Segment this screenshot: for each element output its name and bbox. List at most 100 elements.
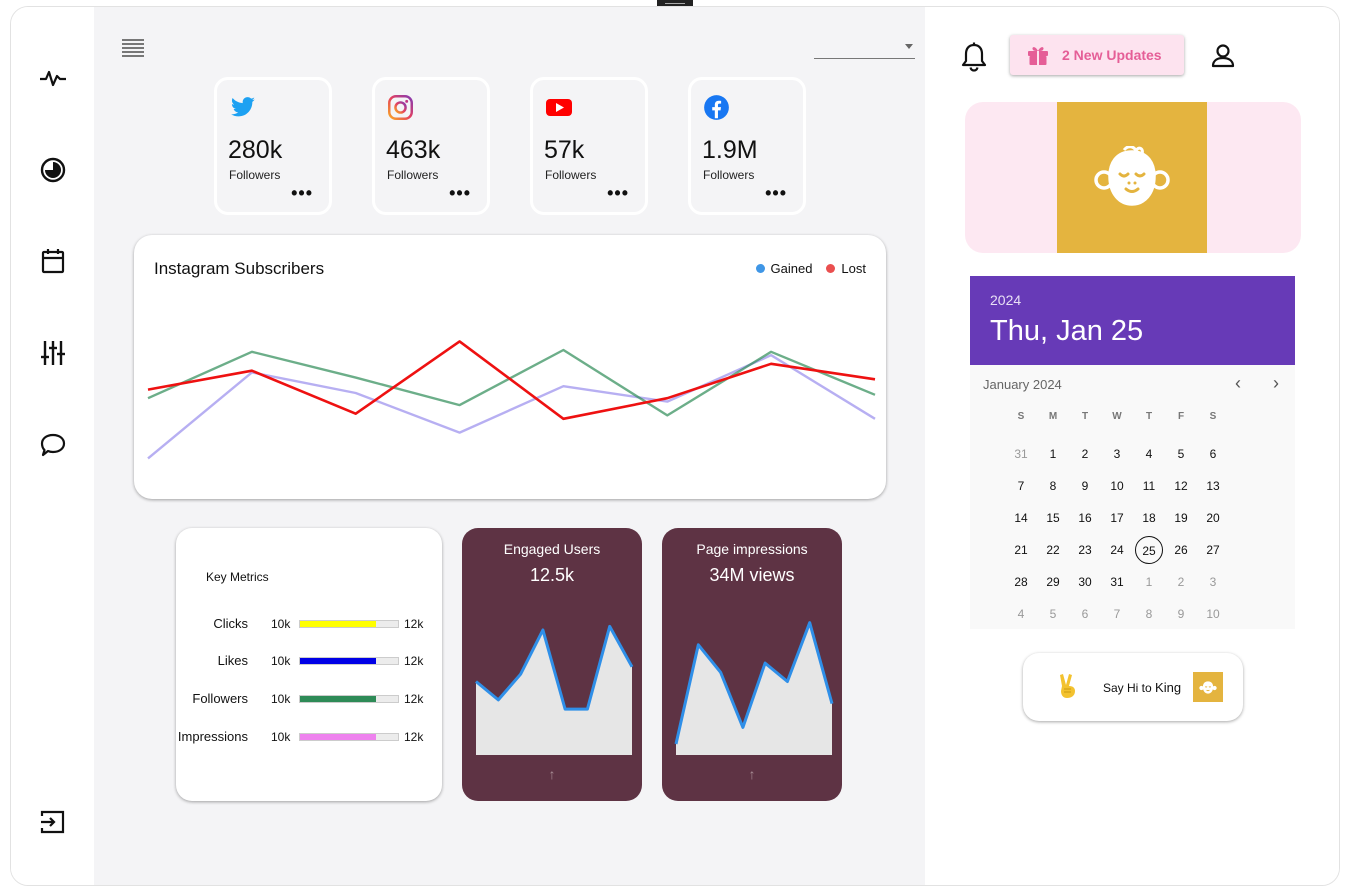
calendar-day[interactable]: 10: [1103, 472, 1131, 500]
metric-name: Clicks: [213, 616, 248, 631]
user-icon[interactable]: [1210, 43, 1236, 69]
calendar-icon[interactable]: [39, 247, 67, 275]
metric-row: Followers 10k 12k: [176, 691, 442, 707]
chevron-left-icon[interactable]: ‹: [1228, 373, 1248, 394]
sliders-icon[interactable]: [39, 339, 67, 367]
calendar-day[interactable]: 27: [1199, 536, 1227, 564]
calendar-day[interactable]: 6: [1071, 600, 1099, 628]
calendar-day[interactable]: 6: [1199, 440, 1227, 468]
say-hi-card[interactable]: Say Hi to King: [1023, 653, 1243, 721]
page-impressions-card: Page impressions 34M views ↑: [662, 528, 842, 801]
pie-chart-icon[interactable]: [39, 156, 67, 184]
calendar-day[interactable]: 23: [1071, 536, 1099, 564]
calendar-day[interactable]: 1: [1135, 568, 1163, 596]
follower-label: Followers: [387, 168, 439, 182]
facebook-icon: [703, 94, 731, 122]
calendar-day[interactable]: 20: [1199, 504, 1227, 532]
calendar-day[interactable]: 19: [1167, 504, 1195, 532]
weekday-label: W: [1112, 411, 1122, 422]
calendar-day[interactable]: 3: [1103, 440, 1131, 468]
calendar-day[interactable]: 25: [1135, 536, 1163, 564]
metric-bar: [299, 620, 399, 628]
more-icon[interactable]: •••: [449, 184, 471, 202]
metric-bar-fill: [300, 696, 377, 702]
subscribers-chart-card: Instagram Subscribers Gained Lost: [134, 235, 886, 499]
calendar-day[interactable]: 14: [1007, 504, 1035, 532]
calendar-day[interactable]: 5: [1167, 440, 1195, 468]
calendar-day[interactable]: 8: [1135, 600, 1163, 628]
logout-icon[interactable]: [39, 808, 67, 836]
calendar-day[interactable]: 18: [1135, 504, 1163, 532]
monkey-avatar[interactable]: [1193, 672, 1223, 702]
chat-icon[interactable]: [39, 431, 67, 459]
main-content: 280k Followers ••• 463k Followers ••• 57…: [94, 7, 925, 885]
arrow-up-icon[interactable]: ↑: [662, 766, 842, 782]
calendar-day[interactable]: 16: [1071, 504, 1099, 532]
calendar-day[interactable]: 1: [1039, 440, 1067, 468]
calendar-day[interactable]: 4: [1007, 600, 1035, 628]
menu-icon[interactable]: [122, 39, 144, 57]
calendar-day[interactable]: 15: [1039, 504, 1067, 532]
say-hi-name: King: [1155, 680, 1182, 695]
calendar-day[interactable]: 7: [1103, 600, 1131, 628]
mascot-banner: [965, 102, 1301, 253]
calendar-year[interactable]: 2024: [990, 292, 1021, 308]
updates-label: 2 New Updates: [1062, 47, 1162, 63]
calendar-day[interactable]: 9: [1167, 600, 1195, 628]
weekday-label: T: [1081, 411, 1089, 422]
series-line-0: [147, 353, 876, 460]
metric-min: 10k: [271, 617, 291, 631]
app-frame: 280k Followers ••• 463k Followers ••• 57…: [10, 6, 1340, 886]
metric-min: 10k: [271, 692, 291, 706]
sidebar: [11, 7, 94, 885]
calendar-day[interactable]: 8: [1039, 472, 1067, 500]
calendar-month-label[interactable]: January 2024: [983, 377, 1062, 392]
calendar-day[interactable]: 28: [1007, 568, 1035, 596]
calendar-day[interactable]: 13: [1199, 472, 1227, 500]
updates-button[interactable]: 2 New Updates: [1010, 35, 1184, 75]
calendar-day[interactable]: 12: [1167, 472, 1195, 500]
metric-bar-fill: [300, 621, 377, 627]
metric-min: 10k: [271, 654, 291, 668]
youtube-icon: [545, 94, 573, 122]
chevron-right-icon[interactable]: ›: [1266, 373, 1286, 394]
metric-bar-fill: [300, 658, 377, 664]
calendar-day[interactable]: 31: [1007, 440, 1035, 468]
period-select[interactable]: [814, 37, 915, 59]
calendar-day[interactable]: 7: [1007, 472, 1035, 500]
metric-max: 12k: [404, 617, 424, 631]
more-icon[interactable]: •••: [765, 184, 787, 202]
calendar-day[interactable]: 31: [1103, 568, 1131, 596]
calendar-day[interactable]: 17: [1103, 504, 1131, 532]
calendar-day[interactable]: 24: [1103, 536, 1131, 564]
calendar-day[interactable]: 9: [1071, 472, 1099, 500]
calendar-day[interactable]: 29: [1039, 568, 1067, 596]
calendar-day[interactable]: 4: [1135, 440, 1163, 468]
metric-bar: [299, 733, 399, 741]
calendar-day[interactable]: 30: [1071, 568, 1099, 596]
metric-max: 12k: [404, 692, 424, 706]
activity-icon[interactable]: [39, 64, 67, 92]
calendar-day[interactable]: 10: [1199, 600, 1227, 628]
calendar-day[interactable]: 2: [1167, 568, 1195, 596]
calendar-day[interactable]: 5: [1039, 600, 1067, 628]
arrow-up-icon[interactable]: ↑: [462, 766, 642, 782]
calendar-day[interactable]: 26: [1167, 536, 1195, 564]
engaged-users-card: Engaged Users 12.5k ↑: [462, 528, 642, 801]
say-hi-prefix: Say Hi to: [1103, 681, 1156, 695]
follower-count: 463k: [386, 136, 441, 164]
calendar-day[interactable]: 21: [1007, 536, 1035, 564]
twitter-icon: [229, 94, 257, 122]
calendar-day[interactable]: 22: [1039, 536, 1067, 564]
metric-name: Followers: [192, 691, 248, 706]
more-icon[interactable]: •••: [291, 184, 313, 202]
key-metrics-card: Key Metrics Clicks 10k 12k Likes 10k 12k…: [176, 528, 442, 801]
bell-icon[interactable]: [960, 42, 988, 72]
peace-hand-icon: [1060, 674, 1075, 698]
calendar-day[interactable]: 2: [1071, 440, 1099, 468]
calendar-day[interactable]: 11: [1135, 472, 1163, 500]
follower-count: 1.9M: [702, 136, 758, 164]
calendar-selected-date: Thu, Jan 25: [990, 315, 1144, 347]
more-icon[interactable]: •••: [607, 184, 629, 202]
calendar-day[interactable]: 3: [1199, 568, 1227, 596]
